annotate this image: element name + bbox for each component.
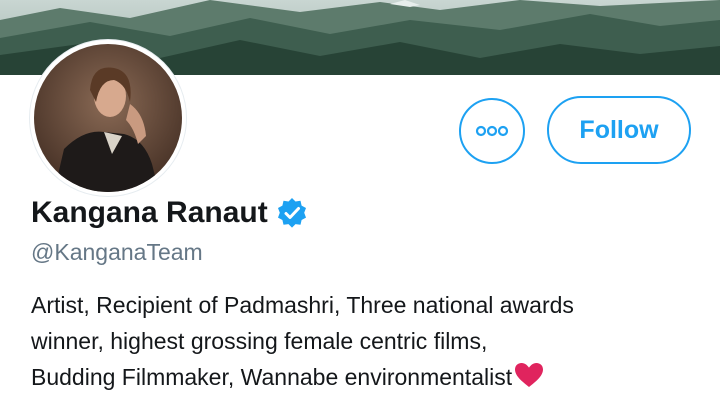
profile-page: Follow Kangana Ranaut @KanganaTeam Artis…: [0, 0, 720, 405]
profile-display-name: Kangana Ranaut: [31, 196, 268, 229]
follow-button-label: Follow: [579, 115, 659, 144]
verified-badge-icon: [276, 197, 308, 229]
more-options-icon: [475, 125, 509, 137]
profile-handle: @KanganaTeam: [31, 239, 203, 265]
profile-name-row: Kangana Ranaut: [31, 196, 308, 230]
red-heart-icon: [514, 362, 544, 398]
bio-line: winner, highest grossing female centric …: [31, 328, 488, 354]
profile-bio: Artist, Recipient of Padmashri, Three na…: [31, 287, 701, 398]
bio-line-last: Budding Filmmaker, Wannabe environmental…: [31, 359, 701, 398]
profile-avatar[interactable]: [30, 40, 186, 196]
bio-line: Artist, Recipient of Padmashri, Three na…: [31, 292, 574, 318]
more-options-button[interactable]: [459, 98, 525, 164]
bio-line-text: Budding Filmmaker, Wannabe environmental…: [31, 364, 513, 390]
follow-button[interactable]: Follow: [547, 96, 691, 164]
